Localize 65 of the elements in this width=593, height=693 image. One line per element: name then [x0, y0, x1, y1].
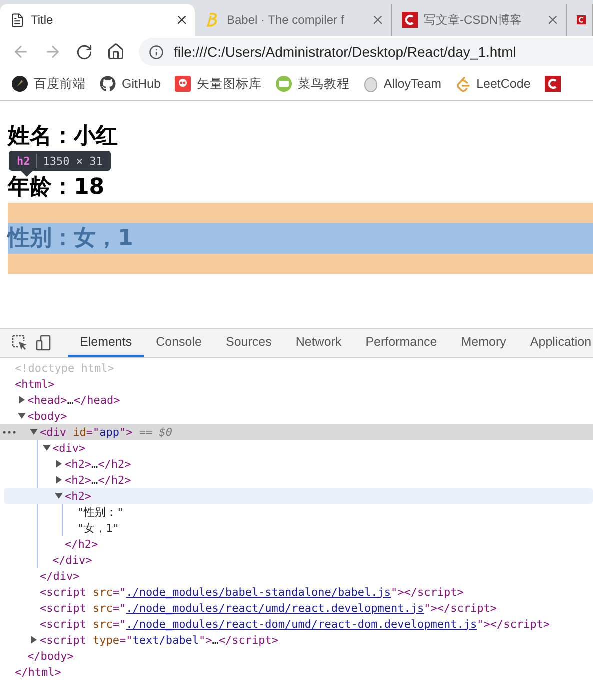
- triangle-down-icon[interactable]: [42, 444, 50, 452]
- code-line: <script src="./node_modules/react/umd/react.development.js"></script>: [40, 602, 497, 614]
- more-icon[interactable]: [3, 431, 17, 434]
- heading: 姓名：小红: [8, 123, 119, 151]
- bookmark[interactable]: LeetCode: [456, 76, 531, 92]
- size-label: 1350 × 31: [43, 154, 103, 168]
- logo-icon: [544, 76, 561, 92]
- file-link[interactable]: ./node_modules/babel-standalone/babel.js: [126, 586, 392, 598]
- triangle-right-icon[interactable]: [30, 636, 38, 644]
- code-line: <!doctype html>: [15, 362, 114, 374]
- code-line: </html>: [15, 666, 62, 678]
- close-icon[interactable]: [175, 13, 189, 27]
- logo-icon: [402, 12, 418, 28]
- file-link[interactable]: ./node_modules/react-dom/umd/react-dom.development.js: [126, 618, 478, 630]
- circle-icon: [12, 76, 28, 92]
- triangle-right-icon[interactable]: [55, 460, 63, 468]
- code-line: "女，1": [78, 520, 120, 536]
- code-line: <h2>…</h2>: [65, 458, 132, 470]
- tag-label: h2: [17, 154, 30, 168]
- code-line: <div id="app"> == $0: [40, 426, 172, 438]
- code-line: <script src="./node_modules/babel-standalone/babel.js"></script>: [40, 586, 464, 598]
- code-line: <html>: [15, 378, 55, 390]
- devtools-tab[interactable]: Elements: [68, 329, 144, 357]
- bookmark[interactable]: 矢量图标库: [174, 76, 262, 92]
- code-line: </h2>: [65, 538, 98, 550]
- leetcode-icon: [456, 76, 471, 92]
- reload-button[interactable]: [76, 44, 93, 60]
- bookmark[interactable]: 百度前端: [12, 76, 86, 92]
- triangle-right-icon[interactable]: [55, 476, 63, 484]
- highlighted-heading: 性别：女，1: [8, 223, 593, 254]
- code-line: <h2>: [65, 490, 92, 502]
- code-line: <body>: [28, 410, 68, 422]
- devtools-tab[interactable]: Console: [144, 329, 214, 357]
- bookmark[interactable]: 菜鸟教程: [276, 76, 350, 92]
- triangle-right-icon[interactable]: [18, 396, 26, 404]
- github-icon: [100, 76, 116, 92]
- bookmark[interactable]: [544, 76, 561, 92]
- bookmark[interactable]: GitHub: [100, 76, 161, 92]
- devtools-tab[interactable]: Network: [284, 329, 354, 357]
- hovered-row[interactable]: <h2>: [4, 488, 593, 504]
- triangle-down-icon[interactable]: [30, 428, 38, 436]
- browser-tab[interactable]: Title: [0, 4, 195, 36]
- code-line: <head>…</head>: [28, 394, 120, 406]
- info-icon: [149, 44, 164, 60]
- devtools-tab[interactable]: Sources: [214, 329, 284, 357]
- code-line: </div>: [40, 570, 80, 582]
- code-line: <h2>…</h2>: [65, 474, 132, 486]
- code-line: <script type="text/babel">…</script>: [40, 634, 278, 646]
- heading: 年龄：18: [8, 174, 106, 202]
- code-line: <script src="./node_modules/react-dom/umd/react-dom.development.js"></script>: [40, 618, 550, 630]
- code-line: </div>: [52, 554, 92, 566]
- file-link[interactable]: ./node_modules/react/umd/react.development.js: [126, 602, 424, 614]
- home-button[interactable]: [107, 43, 125, 61]
- triangle-down-icon[interactable]: [18, 412, 26, 420]
- devtools-tab[interactable]: Performance: [354, 329, 450, 357]
- code-line: </body>: [28, 650, 74, 662]
- address-bar[interactable]: file:///C:/Users/Administrator/Desktop/React/day_1.html: [139, 38, 593, 66]
- selected-row[interactable]: <div id="app"> == $0: [0, 424, 593, 440]
- devtools-tab[interactable]: Application: [518, 329, 593, 357]
- document-icon: [10, 12, 25, 28]
- code-line: <div>: [52, 442, 86, 454]
- devtools-tab[interactable]: Memory: [449, 329, 518, 357]
- triangle-down-icon[interactable]: [55, 492, 63, 500]
- code-line: "性别：": [78, 504, 124, 520]
- bookmark[interactable]: AlloyTeam: [364, 76, 442, 92]
